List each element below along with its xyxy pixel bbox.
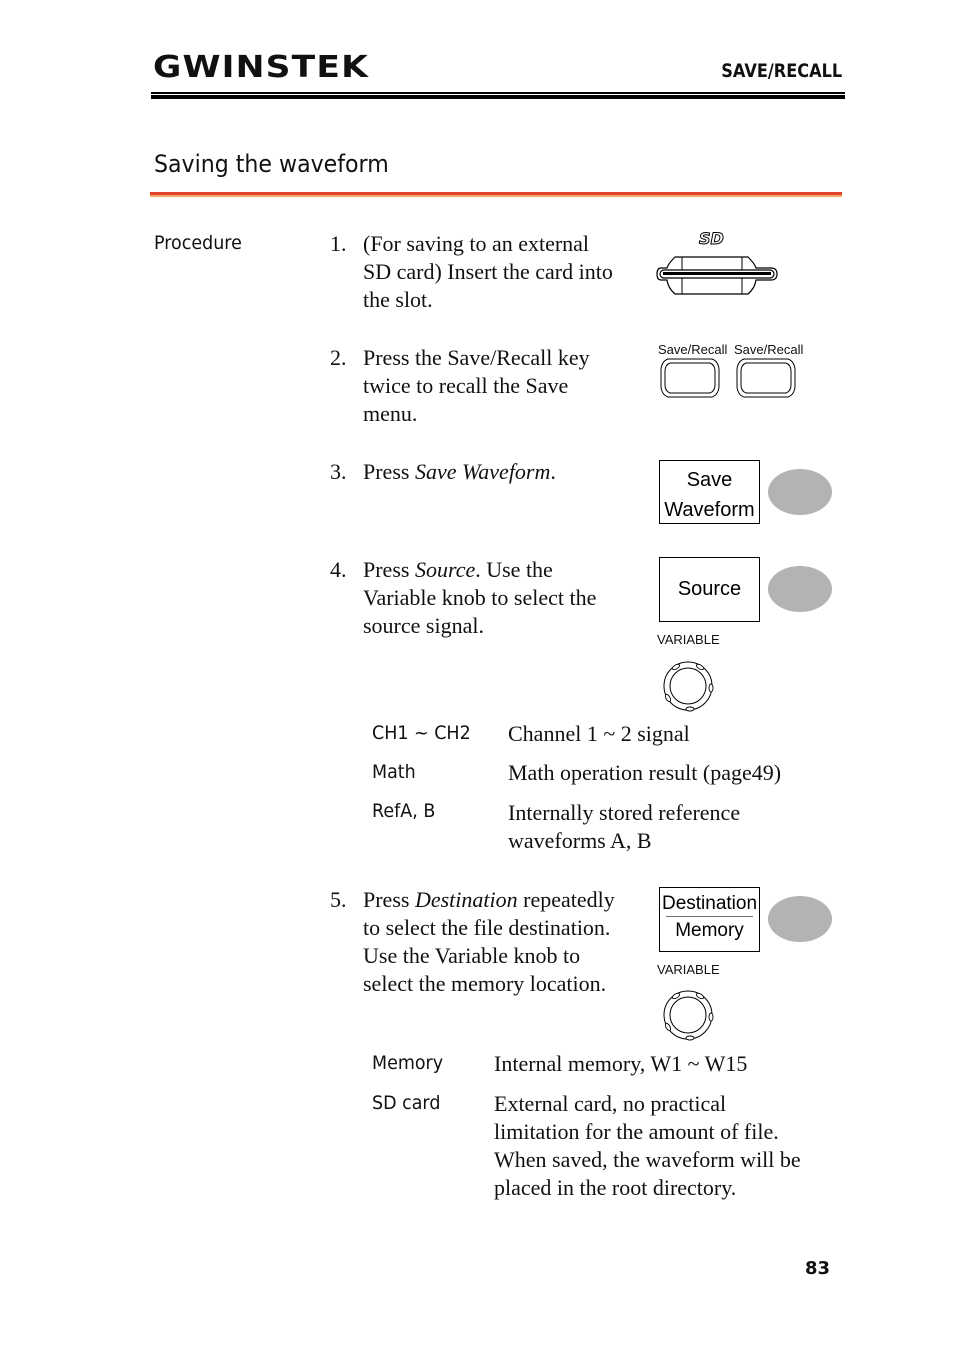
option-value: waveforms A, B bbox=[508, 828, 652, 853]
title-rule-accent bbox=[150, 195, 842, 197]
softkey-title: Destination bbox=[661, 893, 758, 914]
option-key: SD card bbox=[372, 1092, 441, 1114]
step-4: 4. Press Source. Use the Variable knob t… bbox=[330, 556, 650, 646]
softkey-button[interactable] bbox=[768, 896, 832, 942]
step-3: 3. Press Save Waveform. bbox=[330, 458, 650, 488]
option-value: Internally stored reference bbox=[508, 800, 741, 825]
step-text: repeatedly bbox=[517, 887, 615, 912]
variable-label: VARIABLE bbox=[657, 632, 720, 647]
page-number: 83 bbox=[804, 1258, 830, 1279]
softkey-label-line: Save bbox=[686, 469, 733, 491]
step-text-line: the slot. bbox=[363, 287, 433, 312]
step-text-line: Press the Save/Recall key bbox=[363, 345, 590, 370]
step-text-line: to select the file destination. bbox=[363, 915, 611, 940]
step-text: Press bbox=[363, 459, 415, 484]
softkey-button[interactable] bbox=[768, 566, 832, 612]
option-value: placed in the root directory. bbox=[494, 1175, 737, 1200]
step-text-line: twice to recall the Save bbox=[363, 373, 569, 398]
softkey-label-line: Waveform bbox=[664, 499, 755, 521]
variable-knob-icon[interactable] bbox=[660, 658, 716, 714]
step-number: 3. bbox=[330, 459, 347, 484]
procedure-label: Procedure bbox=[154, 232, 242, 254]
source-softkey[interactable]: Source bbox=[659, 557, 760, 622]
step-1: 1. (For saving to an external SD card) I… bbox=[330, 230, 650, 320]
step-text-line: (For saving to an external bbox=[363, 231, 590, 256]
option-value: limitation for the amount of file. bbox=[494, 1119, 779, 1144]
header-rule-thick bbox=[151, 95, 845, 99]
header-rule-thin bbox=[151, 92, 845, 94]
step-text: . Use the bbox=[475, 557, 553, 582]
sd-logo-icon: SD bbox=[699, 229, 724, 248]
step-number: 5. bbox=[330, 887, 347, 912]
step-5: 5. Press Destination repeatedly to selec… bbox=[330, 886, 650, 1002]
save-recall-key-icon[interactable] bbox=[660, 357, 722, 399]
step-text-line: Use the Variable knob to bbox=[363, 943, 581, 968]
step-number: 2. bbox=[330, 345, 347, 370]
option-key: RefA, B bbox=[372, 800, 436, 822]
destination-softkey[interactable]: Destination Memory bbox=[659, 887, 760, 952]
step-number: 4. bbox=[330, 557, 347, 582]
option-value: Channel 1 ~ 2 signal bbox=[508, 721, 690, 746]
option-value: Math operation result (page49) bbox=[508, 760, 782, 785]
step-text-line: source signal. bbox=[363, 613, 484, 638]
variable-knob-icon[interactable] bbox=[660, 987, 716, 1043]
step-text-line: SD card) Insert the card into bbox=[363, 259, 613, 284]
section-heading: SAVE/RECALL bbox=[721, 60, 843, 82]
step-number: 1. bbox=[330, 231, 347, 256]
save-recall-key-icon[interactable] bbox=[736, 357, 798, 399]
brand-logo: GWINSTEK bbox=[153, 50, 369, 85]
menu-reference: Save Waveform bbox=[414, 459, 551, 484]
menu-reference: Destination bbox=[414, 887, 518, 912]
source-options-table: CH1 ~ CH2 Channel 1 ~ 2 signal Math Math… bbox=[372, 720, 842, 860]
save-waveform-softkey[interactable]: Save Waveform bbox=[659, 460, 760, 524]
step-text: Press bbox=[363, 887, 415, 912]
option-value: External card, no practical bbox=[494, 1091, 727, 1116]
step-2: 2. Press the Save/Recall key twice to re… bbox=[330, 344, 650, 434]
softkey-button[interactable] bbox=[768, 469, 832, 515]
step-text: Press bbox=[363, 557, 415, 582]
option-key: CH1 ~ CH2 bbox=[372, 722, 471, 744]
destination-options-table: Memory Internal memory, W1 ~ W15 SD card… bbox=[372, 1050, 852, 1210]
step-text-line: menu. bbox=[363, 401, 418, 426]
sd-card-slot-icon: SD bbox=[656, 229, 778, 295]
option-value: Internal memory, W1 ~ W15 bbox=[494, 1051, 748, 1076]
option-key: Memory bbox=[372, 1052, 444, 1074]
menu-reference: Source bbox=[414, 557, 476, 582]
step-text-line: Variable knob to select the bbox=[363, 585, 597, 610]
step-text: . bbox=[550, 459, 556, 484]
softkey-value: Memory bbox=[675, 920, 744, 941]
option-value: When saved, the waveform will be bbox=[494, 1147, 801, 1172]
save-recall-label: Save/Recall bbox=[658, 342, 728, 357]
variable-label: VARIABLE bbox=[657, 962, 720, 977]
page-title: Saving the waveform bbox=[154, 150, 389, 178]
step-text-line: select the memory location. bbox=[363, 971, 607, 996]
option-key: Math bbox=[372, 761, 416, 783]
save-recall-label: Save/Recall bbox=[734, 342, 804, 357]
